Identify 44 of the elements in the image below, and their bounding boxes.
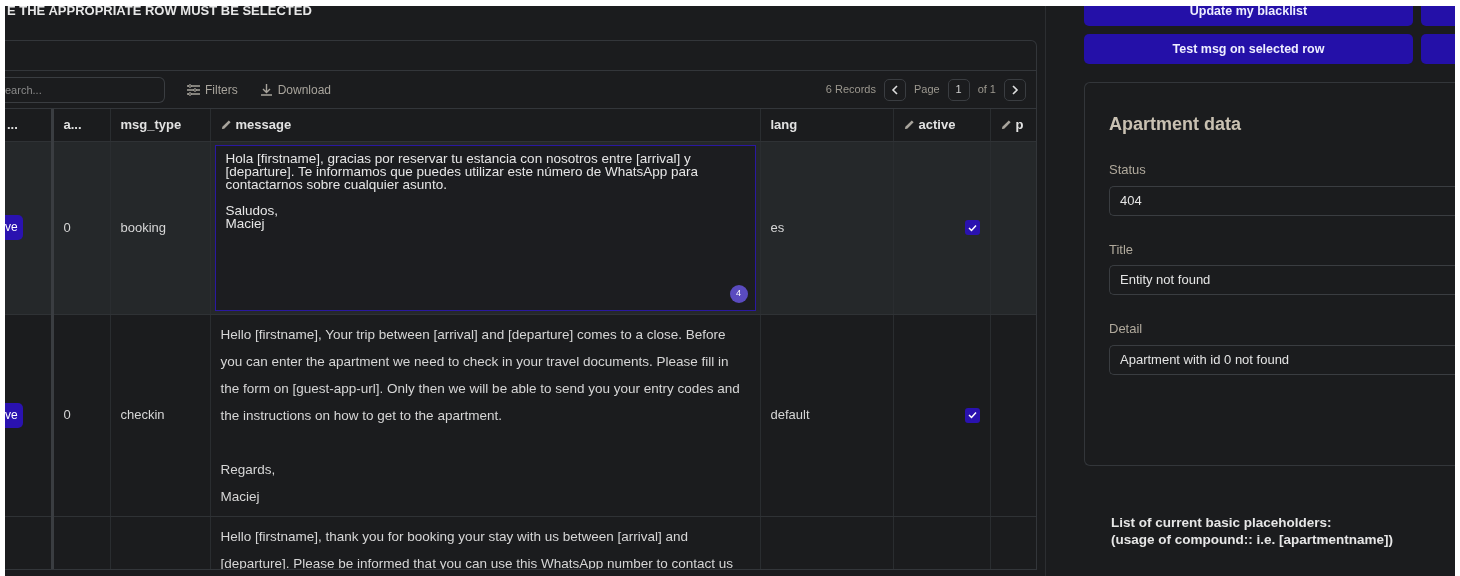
page-label: Page (913, 82, 940, 98)
checkbox[interactable] (964, 407, 980, 423)
row-action-button[interactable]: ve (5, 402, 23, 428)
column-header[interactable]: lang (760, 109, 893, 141)
input-field[interactable]: Entity not found (1109, 265, 1455, 295)
checkbox[interactable] (964, 220, 980, 236)
check-icon (967, 223, 977, 232)
card-title: Apartment data (1109, 113, 1243, 136)
message-text: Hello [firstname], Your trip between [arrival] and [departure] comes to a close. Before you can enter the apartment we need to check in your travel documents. Please fill in the form on [guest-app-url]. Only then we will be able to send you your entry codes and the instructions on how to get to the apartment. Regards, Maciej (220, 325, 741, 506)
note-text: (usage of compound:: i.e. [apartmentname]) (1111, 531, 1395, 548)
page-total: of 1 (977, 82, 996, 98)
field-label: Detail (1109, 320, 1144, 338)
download-icon (259, 83, 273, 96)
download-button[interactable]: Download (259, 80, 332, 99)
input-field[interactable]: 404 (1109, 185, 1455, 216)
instruction-text: E THE APPROPRIATE ROW MUST BE SELECTED (7, 6, 313, 20)
record-count: 6 Records (825, 82, 876, 98)
action-button[interactable]: Update my blacklist (1084, 6, 1413, 26)
field-label: Status (1109, 161, 1147, 179)
table-cell: default (770, 407, 810, 423)
column-header[interactable]: active (893, 109, 990, 141)
action-button[interactable]: Test msg on selected row (1084, 34, 1413, 64)
chevron-right-icon (1011, 84, 1019, 95)
chevron-left-icon (890, 84, 899, 95)
table-cell: checkin (120, 407, 165, 423)
column-header[interactable]: message (210, 109, 760, 141)
table-cell: booking (120, 219, 167, 235)
table-cell: 0 (63, 219, 71, 235)
table-cell: 0 (63, 407, 71, 423)
field-label: Title (1109, 240, 1135, 259)
next-page-button[interactable] (1004, 78, 1026, 101)
previous-page-button[interactable] (883, 78, 906, 101)
column-header[interactable]: msg_type (110, 109, 210, 141)
page-number-field[interactable]: 1 (947, 78, 970, 101)
filters-button[interactable]: Filters (187, 80, 238, 99)
column-header[interactable]: p (990, 109, 1036, 141)
column-header[interactable]: a... (52, 109, 110, 141)
note-text: List of current basic placeholders: (1111, 514, 1333, 531)
check-icon (967, 411, 977, 420)
search-field[interactable]: earch... (5, 76, 165, 103)
table-cell: es (770, 219, 785, 235)
input-field[interactable]: Apartment with id 0 not found (1109, 344, 1455, 375)
filter-icon (187, 83, 200, 96)
row-action-button[interactable]: ve (5, 215, 23, 240)
